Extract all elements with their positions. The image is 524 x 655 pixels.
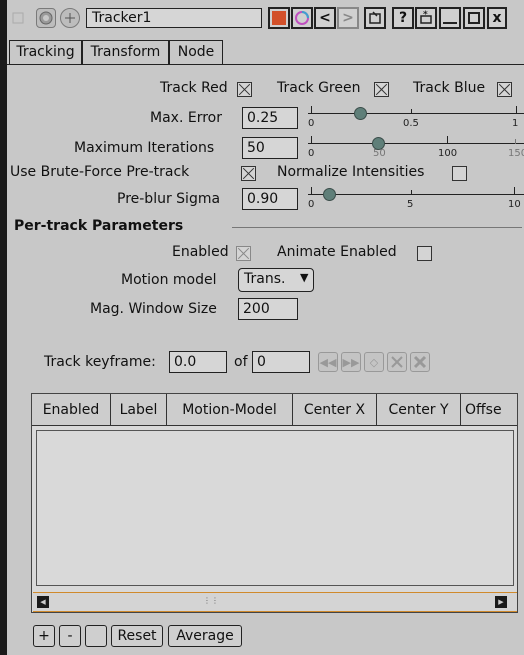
normalize-label: Normalize Intensities (277, 164, 425, 180)
remove-keyframe-icon[interactable] (387, 352, 407, 372)
max-error-tick-2: 1 (512, 118, 519, 129)
motion-model-value: Trans. (244, 271, 286, 287)
next-keyframe-icon[interactable]: ▶▶ (341, 352, 361, 372)
table-header-center-y[interactable]: Center Y (377, 394, 461, 426)
settings-gear-icon[interactable] (36, 8, 56, 28)
close-icon[interactable]: x (487, 7, 507, 29)
tab-transform[interactable]: Transform (82, 40, 169, 64)
tab-divider (7, 64, 524, 65)
table-header-center-x[interactable]: Center X (293, 394, 377, 426)
keyframe-of-label: of (234, 354, 248, 370)
max-error-tick-0: 0 (308, 118, 315, 129)
reset-button[interactable]: Reset (111, 625, 163, 647)
preblur-field[interactable]: 0.90 (242, 188, 298, 210)
animate-enabled-label: Animate Enabled (277, 244, 397, 260)
max-iterations-tick-3: 150 (508, 148, 524, 159)
blank-button[interactable] (85, 625, 107, 647)
preblur-label: Pre-blur Sigma (117, 191, 221, 207)
chevron-down-icon: ▼ (300, 271, 309, 284)
remove-track-button[interactable]: - (59, 625, 81, 647)
scroll-left-icon[interactable]: ◀ (37, 596, 49, 608)
node-name-field[interactable]: Tracker1 (86, 8, 262, 28)
table-header-offset[interactable]: Offse (461, 394, 517, 426)
enabled-label: Enabled (172, 244, 229, 260)
table-header-label[interactable]: Label (111, 394, 167, 426)
track-green-checkbox[interactable] (374, 82, 389, 97)
mag-window-field[interactable]: 200 (238, 298, 298, 320)
restore-defaults-icon[interactable] (364, 7, 386, 29)
redo-arrow-icon[interactable]: > (337, 7, 359, 29)
clear-keyframes-icon[interactable] (410, 352, 430, 372)
section-divider (232, 227, 522, 228)
mag-window-label: Mag. Window Size (90, 301, 217, 317)
prev-keyframe-icon[interactable]: ◀◀ (318, 352, 338, 372)
add-track-button[interactable]: + (33, 625, 55, 647)
table-header-motion-model[interactable]: Motion-Model (167, 394, 293, 426)
track-blue-label: Track Blue (413, 80, 486, 96)
brute-force-checkbox[interactable] (241, 166, 256, 181)
max-iterations-field[interactable]: 50 (242, 137, 298, 159)
table-header-enabled[interactable]: Enabled (32, 394, 111, 426)
keyframe-total-field[interactable]: 0 (252, 351, 310, 373)
undo-arrow-icon[interactable]: < (314, 7, 336, 29)
svg-text:*: * (423, 10, 428, 20)
tab-tracking[interactable]: Tracking (9, 40, 82, 64)
preblur-slider-handle[interactable] (323, 188, 336, 201)
tracks-table[interactable]: Enabled Label Motion-Model Center X Cent… (31, 393, 518, 613)
max-iterations-tick-0: 0 (308, 148, 315, 159)
track-green-label: Track Green (277, 80, 361, 96)
float-panel-icon[interactable]: * (415, 7, 437, 29)
preblur-tick-0: 0 (308, 199, 315, 210)
minimize-icon[interactable] (439, 7, 461, 29)
table-body[interactable] (36, 430, 514, 586)
keyframe-field[interactable]: 0.0 (169, 351, 227, 373)
max-iterations-tick-2: 100 (438, 148, 458, 159)
average-button[interactable]: Average (168, 625, 242, 647)
max-error-slider[interactable]: 0 0.5 1 (308, 104, 524, 132)
keyframe-label: Track keyframe: (44, 354, 156, 370)
enabled-checkbox[interactable] (236, 246, 251, 261)
drag-handle-icon[interactable] (8, 8, 28, 28)
motion-model-label: Motion model (121, 272, 217, 288)
overlay-color-icon[interactable] (291, 7, 313, 29)
track-red-label: Track Red (160, 80, 228, 96)
add-keyframe-icon[interactable]: ◇ (364, 352, 384, 372)
add-circle-icon[interactable] (60, 8, 80, 28)
preblur-tick-1: 5 (407, 199, 414, 210)
help-icon[interactable]: ? (392, 7, 414, 29)
normalize-checkbox[interactable] (452, 166, 467, 181)
maximize-icon[interactable] (463, 7, 485, 29)
max-iterations-slider-handle[interactable] (372, 137, 385, 150)
max-iterations-label: Maximum Iterations (74, 140, 215, 156)
brute-force-label: Use Brute-Force Pre-track (10, 164, 190, 180)
scroll-right-icon[interactable]: ▶ (495, 596, 507, 608)
animate-enabled-checkbox[interactable] (417, 246, 432, 261)
preblur-tick-2: 10 (508, 199, 521, 210)
scroll-grip-icon[interactable]: ⋮⋮ (203, 596, 219, 605)
track-blue-checkbox[interactable] (497, 82, 512, 97)
max-error-slider-handle[interactable] (354, 107, 367, 120)
max-error-label: Max. Error (150, 110, 222, 126)
horizontal-scrollbar[interactable]: ◀ ⋮⋮ ▶ (33, 592, 517, 612)
preblur-slider[interactable]: 0 5 10 (308, 185, 524, 213)
node-color-icon[interactable] (268, 7, 290, 29)
track-red-checkbox[interactable] (237, 82, 252, 97)
tab-node[interactable]: Node (169, 40, 223, 64)
motion-model-dropdown[interactable]: Trans. ▼ (238, 268, 314, 292)
max-iterations-slider[interactable]: 0 50 100 150 (308, 134, 524, 162)
max-error-tick-1: 0.5 (403, 118, 419, 129)
per-track-heading: Per-track Parameters (14, 218, 184, 234)
max-error-field[interactable]: 0.25 (242, 107, 298, 129)
